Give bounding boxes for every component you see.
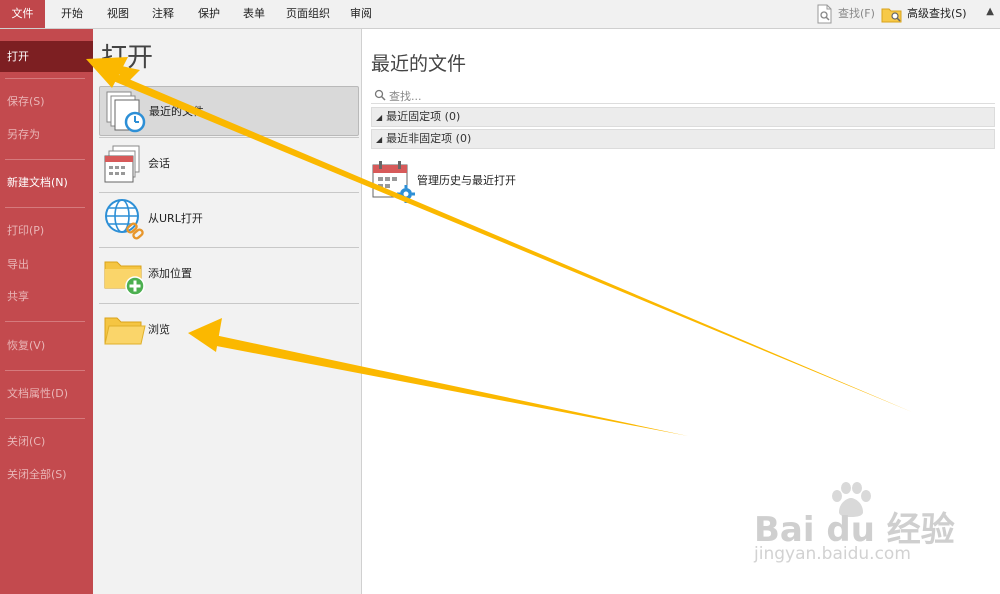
option-add-location[interactable]: 添加位置 [99,249,359,299]
collapse-triangle-icon: ◢ [376,113,383,122]
menu-item-new-document[interactable]: 新建文档(N) [0,172,93,194]
session-calendar-icon [103,142,147,186]
folder-open-icon [103,308,147,352]
folder-search-icon [881,4,903,24]
advanced-find-label: 高级查找(S) [907,7,967,20]
menu-divider [5,370,85,371]
group-unpinned[interactable]: ◢ 最近非固定项 (0) [371,129,995,149]
tab-file[interactable]: 文件 [0,0,45,28]
divider [99,247,359,248]
menu-item-close[interactable]: 关闭(C) [0,431,93,453]
manage-history-label: 管理历史与最近打开 [417,174,516,187]
option-recent-files[interactable]: 最近的文件 [99,86,359,136]
option-open-from-url[interactable]: 从URL打开 [99,194,359,244]
document-search-icon [816,4,834,24]
baidu-watermark: Bai du 经验 jingyan.baidu.com [754,482,955,572]
menu-item-restore[interactable]: 恢复(V) [0,335,93,357]
menu-item-save[interactable]: 保存(S) [0,91,93,113]
search-placeholder: 查找... [389,90,422,103]
divider [99,303,359,304]
menu-divider [5,418,85,419]
option-session-label: 会话 [148,157,170,170]
group-pinned-label: 最近固定项 (0) [386,110,461,123]
menu-divider [5,159,85,160]
recent-files-clock-icon [104,90,148,134]
page-title: 打开 [101,43,154,73]
watermark-url: jingyan.baidu.com [754,544,911,564]
option-add-location-label: 添加位置 [148,267,192,280]
tab-form[interactable]: 表单 [237,0,271,28]
divider [99,192,359,193]
group-unpinned-label: 最近非固定项 (0) [386,132,472,145]
tab-organize[interactable]: 页面组织 [280,0,336,28]
tab-review[interactable]: 审阅 [344,0,378,28]
tab-home[interactable]: 开始 [55,0,89,28]
menu-item-print[interactable]: 打印(P) [0,220,93,242]
folder-add-icon [103,252,147,296]
menu-divider [5,207,85,208]
divider [99,137,359,138]
tab-protect[interactable]: 保护 [192,0,226,28]
tab-view[interactable]: 视图 [101,0,135,28]
calendar-gear-icon [371,159,415,203]
menu-item-doc-properties[interactable]: 文档属性(D) [0,383,93,405]
recent-files-title: 最近的文件 [371,53,467,75]
menu-item-share[interactable]: 共享 [0,286,93,308]
tab-comment[interactable]: 注释 [146,0,180,28]
find-button[interactable]: 查找(F) [816,0,875,28]
menu-item-close-all[interactable]: 关闭全部(S) [0,464,93,486]
chevron-up-icon[interactable]: ▲ [986,6,994,17]
collapse-triangle-icon: ◢ [376,135,383,144]
menu-divider [5,78,85,79]
option-recent-files-label: 最近的文件 [149,105,204,118]
advanced-find-button[interactable]: 高级查找(S) [881,0,967,28]
option-open-from-url-label: 从URL打开 [148,212,203,225]
menu-divider [5,321,85,322]
find-label: 查找(F) [838,7,875,20]
search-icon [374,89,386,101]
group-pinned[interactable]: ◢ 最近固定项 (0) [371,107,995,127]
option-session[interactable]: 会话 [99,139,359,189]
file-menu-sidebar: 打开 保存(S) 另存为 新建文档(N) 打印(P) 导出 共享 恢复(V) 文… [0,29,93,594]
open-options-panel: 打开 最近的文件 会话 从URL打开 添加位置 浏览 [93,29,362,594]
menu-item-open[interactable]: 打开 [0,41,93,72]
recent-search-input[interactable]: 查找... [371,86,995,104]
option-browse[interactable]: 浏览 [99,305,359,355]
menu-item-export[interactable]: 导出 [0,254,93,276]
menu-item-save-as[interactable]: 另存为 [0,124,93,146]
ribbon-bar: 文件 开始 视图 注释 保护 表单 页面组织 审阅 查找(F) 高级查找(S) … [0,0,1000,29]
option-browse-label: 浏览 [148,323,170,336]
globe-link-icon [103,197,147,241]
